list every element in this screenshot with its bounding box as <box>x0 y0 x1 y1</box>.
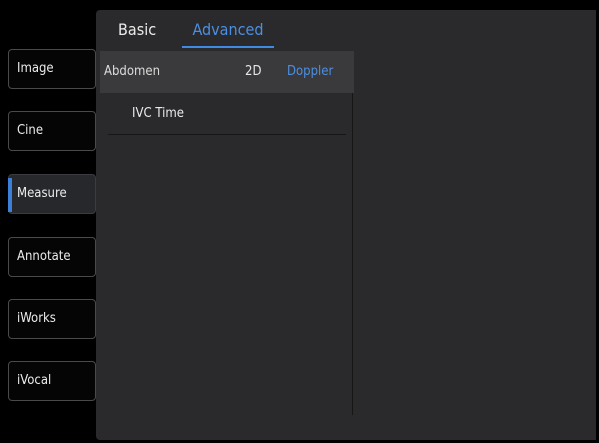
nav-button-label: Cine <box>17 123 44 138</box>
nav-button-cine[interactable]: Cine <box>8 111 96 151</box>
nav-button-iworks[interactable]: iWorks <box>8 299 96 339</box>
nav-button-measure[interactable]: Measure <box>8 174 96 214</box>
nav-button-label: Measure <box>17 186 67 201</box>
exam-type-selector[interactable]: Abdomen <box>104 51 160 93</box>
active-tab-indicator <box>182 46 274 48</box>
column-divider <box>352 93 353 415</box>
ultrasound-measure-screen: Image Cine Measure Annotate iWorks iVoca… <box>0 0 599 443</box>
nav-button-ivocal[interactable]: iVocal <box>8 361 96 401</box>
nav-button-label: iWorks <box>17 311 56 326</box>
list-divider <box>108 134 346 135</box>
tab-basic[interactable]: Basic <box>118 10 156 44</box>
nav-button-label: Image <box>17 61 54 76</box>
measure-panel: Basic Advanced Abdomen 2D Doppler IVC Ti… <box>96 10 596 440</box>
measurement-item-ivc-time[interactable]: IVC Time <box>132 106 184 121</box>
nav-button-label: Annotate <box>17 249 71 264</box>
tab-bar: Basic Advanced <box>96 10 596 50</box>
mode-doppler-tab[interactable]: Doppler <box>287 51 333 93</box>
mode-2d-tab[interactable]: 2D <box>245 51 261 93</box>
tab-advanced[interactable]: Advanced <box>182 10 274 44</box>
nav-button-annotate[interactable]: Annotate <box>8 237 96 277</box>
exam-mode-bar: Abdomen 2D Doppler <box>100 51 354 93</box>
nav-button-label: iVocal <box>17 373 52 388</box>
nav-button-image[interactable]: Image <box>8 49 96 89</box>
